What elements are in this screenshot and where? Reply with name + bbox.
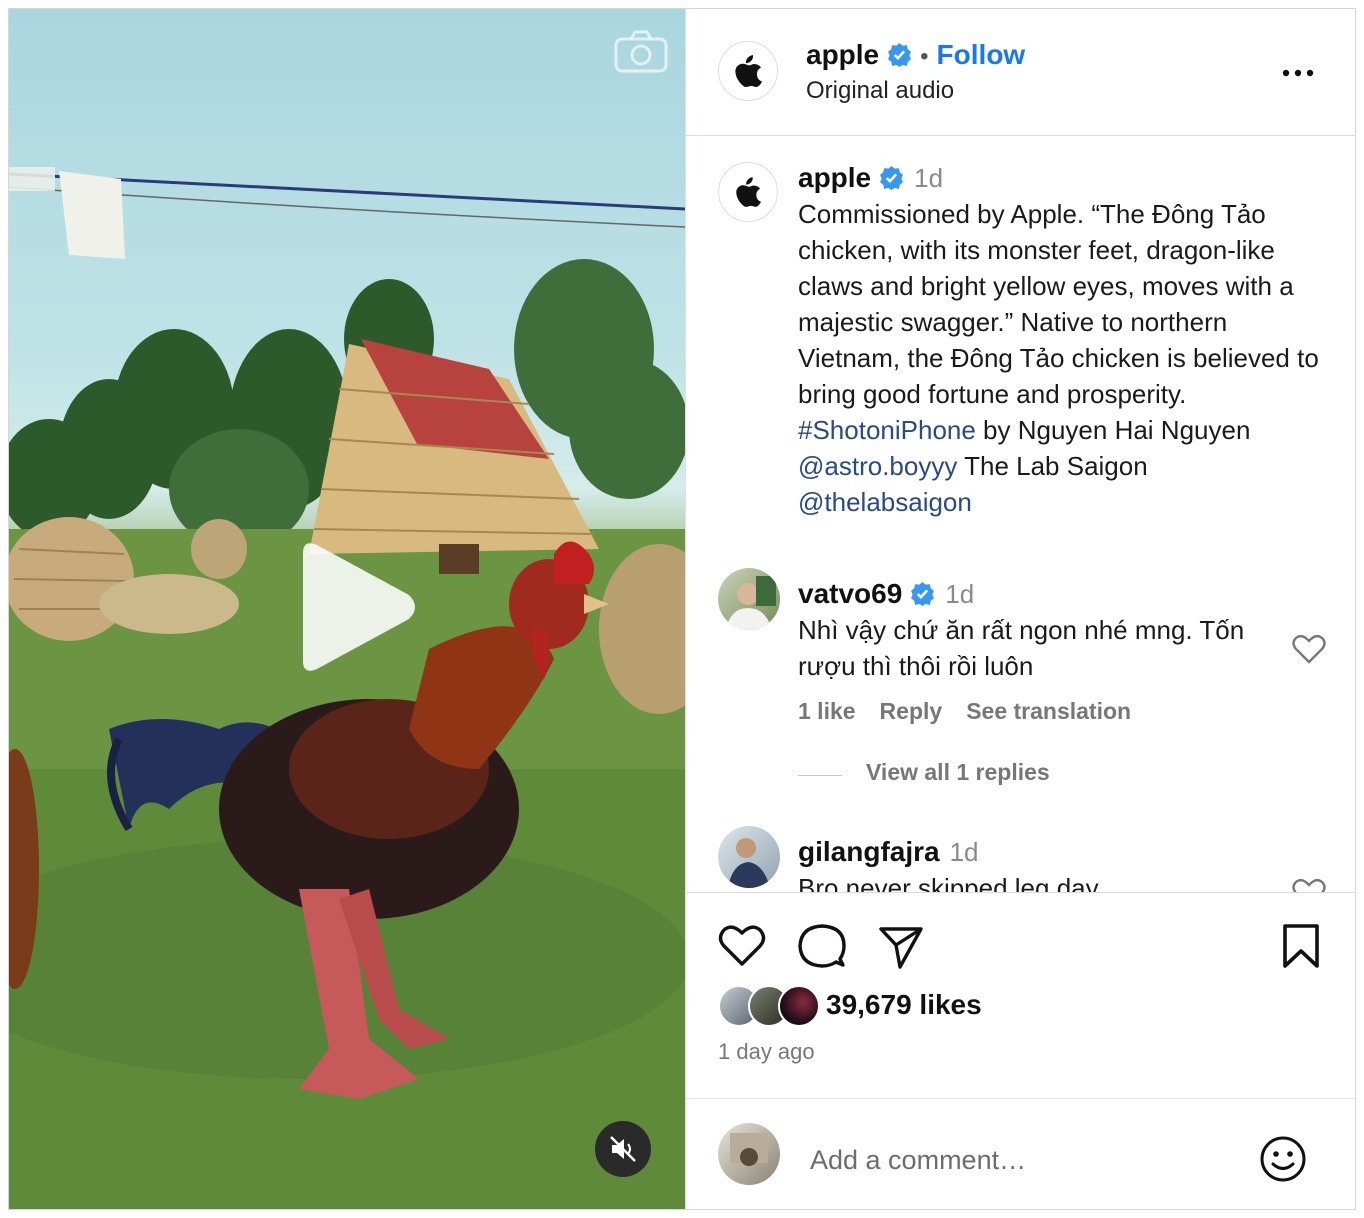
separator-dot: • — [920, 43, 929, 70]
mention-link-astro[interactable]: @astro.boyyy — [798, 451, 957, 481]
comment-username[interactable]: vatvo69 — [798, 578, 902, 609]
post-details-panel: apple • Follow Original audio apple 1d C… — [685, 9, 1355, 1209]
caption-avatar[interactable] — [718, 162, 778, 222]
comment-input[interactable] — [808, 1139, 1232, 1181]
comments-list[interactable]: apple 1d Commissioned by Apple. “The Đông… — [686, 136, 1355, 892]
replies-divider — [798, 775, 842, 777]
reel-video[interactable] — [9, 9, 685, 1209]
heart-icon[interactable] — [718, 923, 766, 967]
more-options-icon[interactable] — [1278, 61, 1318, 85]
verified-icon — [911, 582, 935, 606]
comment-time: 1d — [945, 579, 975, 609]
caption-username[interactable]: apple — [798, 162, 871, 193]
apple-logo-icon — [735, 55, 762, 87]
avatar — [718, 1123, 780, 1185]
view-replies-button[interactable]: View all 1 replies — [866, 759, 1050, 785]
avatar — [778, 985, 820, 1027]
post-actions: 39,679 likes 1 day ago — [686, 892, 1355, 1209]
camera-icon[interactable] — [613, 29, 669, 75]
caption-credit: by Nguyen Hai Nguyen — [975, 415, 1251, 445]
comment-text: Nhì vậy chứ ăn rất ngon nhé mng. Tốn rượ… — [798, 615, 1245, 681]
post-time: 1 day ago — [718, 1039, 815, 1064]
bookmark-icon[interactable] — [1282, 923, 1320, 969]
mention-link-thelab[interactable]: @thelabsaigon — [798, 487, 972, 517]
mute-icon[interactable] — [595, 1121, 651, 1177]
see-translation-button[interactable]: See translation — [966, 698, 1131, 724]
caption-time: 1d — [914, 163, 944, 193]
comment: gilangfajra 1d Bro never skipped leg day.… — [798, 834, 1278, 892]
apple-logo-icon — [736, 177, 761, 207]
comment-icon[interactable] — [798, 923, 846, 969]
caption-lab: The Lab Saigon — [957, 451, 1148, 481]
reply-button[interactable]: Reply — [880, 698, 943, 724]
comment-bar — [686, 1098, 1355, 1209]
comment-username[interactable]: gilangfajra — [798, 836, 940, 867]
avatar[interactable] — [718, 568, 780, 630]
comment-text: Bro never skipped leg day.. — [798, 873, 1112, 892]
comment-time: 1d — [949, 837, 979, 867]
verified-icon — [880, 166, 904, 190]
share-icon[interactable] — [878, 925, 924, 969]
verified-icon — [888, 43, 912, 67]
emoji-icon[interactable] — [1259, 1135, 1307, 1183]
heart-icon[interactable] — [1292, 878, 1326, 892]
liker-avatars[interactable] — [718, 985, 822, 1027]
view-replies-row[interactable]: View all 1 replies — [798, 759, 1278, 786]
audio-label[interactable]: Original audio — [806, 77, 954, 105]
caption: apple 1d Commissioned by Apple. “The Đông… — [798, 160, 1328, 520]
comment-meta: 1 like Reply See translation — [798, 698, 1278, 725]
caption-body: Commissioned by Apple. “The Đông Tảo chi… — [798, 199, 1319, 409]
play-icon[interactable] — [291, 539, 421, 675]
heart-icon[interactable] — [1292, 634, 1326, 664]
avatar[interactable] — [718, 826, 780, 888]
caption-text: Commissioned by Apple. “The Đông Tảo chi… — [798, 196, 1328, 520]
avatar[interactable] — [718, 41, 778, 101]
comment: vatvo69 1d Nhì vậy chứ ăn rất ngon nhé mn… — [798, 576, 1278, 786]
post-dialog: apple • Follow Original audio apple 1d C… — [8, 8, 1356, 1210]
hashtag-link[interactable]: #ShotoniPhone — [798, 415, 976, 445]
post-header: apple • Follow Original audio — [686, 9, 1355, 136]
post-author-username[interactable]: apple — [806, 39, 879, 70]
comment-likes[interactable]: 1 like — [798, 698, 856, 724]
follow-button[interactable]: Follow — [937, 39, 1026, 70]
likes-count[interactable]: 39,679 likes — [826, 989, 982, 1021]
